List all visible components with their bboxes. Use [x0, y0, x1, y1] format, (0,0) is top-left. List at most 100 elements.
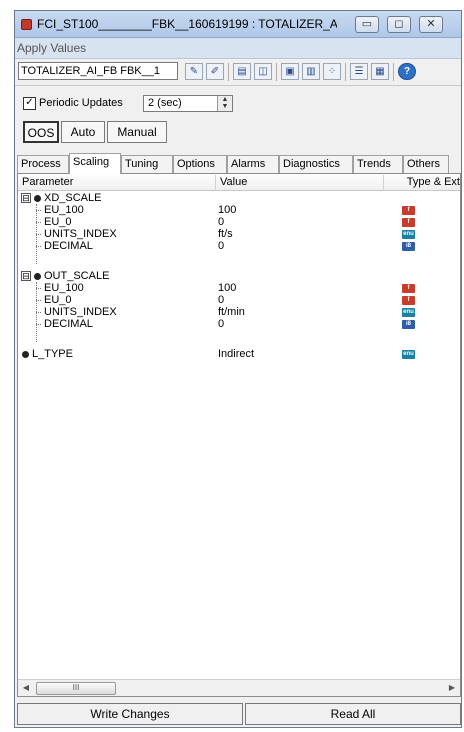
window-title: FCI_ST100________FBK__160619199 : TOTALI… — [37, 17, 337, 31]
tree-branch — [36, 210, 41, 211]
toolbar-separator — [345, 63, 346, 81]
group-row[interactable]: ⊟ OUT_SCALE — [18, 270, 460, 282]
table-row[interactable]: UNITS_INDEX ft/s enu — [18, 228, 460, 240]
list-view-icon: ☰ — [354, 66, 364, 77]
block-selector[interactable]: TOTALIZER_AI_FB FBK__1 — [18, 62, 178, 80]
tree-branch — [36, 222, 41, 223]
collapse-icon[interactable]: ⊟ — [21, 271, 31, 281]
type-enum-icon: enu — [402, 350, 415, 359]
monitor-icon: ▣ — [285, 66, 295, 77]
help-icon: ? — [403, 66, 411, 77]
horizontal-scrollbar[interactable]: ◀ III ▶ — [18, 679, 460, 696]
group-name: OUT_SCALE — [44, 270, 110, 282]
column-value[interactable]: Value — [216, 175, 384, 190]
connect-icon: ⁘ — [327, 66, 337, 77]
manual-button[interactable]: Manual — [107, 121, 167, 143]
menu-apply-values[interactable]: Apply Values — [17, 41, 86, 55]
type-float-icon: f — [402, 206, 415, 215]
periodic-updates-checkbox[interactable]: ✓ — [23, 97, 36, 110]
type-float-icon: f — [402, 218, 415, 227]
table-row[interactable]: EU_0 0 f — [18, 216, 460, 228]
toolbar: TOTALIZER_AI_FB FBK__1 ✎ ✐ ▤ ◫ ▣ ▥ ⁘ ☰ ▦… — [15, 59, 461, 86]
detail-view-button[interactable]: ▦ — [371, 63, 389, 80]
title-bar: FCI_ST100________FBK__160619199 : TOTALI… — [15, 11, 461, 38]
chart-icon: ▤ — [237, 66, 247, 77]
tab-diagnostics[interactable]: Diagnostics — [279, 155, 353, 173]
param-bullet-icon — [22, 351, 29, 358]
auto-button[interactable]: Auto — [61, 121, 105, 143]
collapse-icon[interactable]: ⊟ — [21, 193, 31, 203]
group-bullet-icon — [34, 195, 41, 202]
spin-down-icon: ▼ — [221, 103, 229, 110]
interval-value: 2 (sec) — [148, 97, 182, 109]
column-parameter[interactable]: Parameter — [18, 175, 216, 190]
tab-options[interactable]: Options — [173, 155, 227, 173]
type-int8-icon: i8 — [402, 320, 415, 329]
grid-header: Parameter Value Type & Ext — [18, 174, 460, 191]
param-value[interactable]: 100 — [218, 204, 236, 216]
param-name: EU_100 — [44, 282, 84, 294]
param-name: EU_0 — [44, 216, 72, 228]
device-button[interactable]: ▥ — [302, 63, 320, 80]
group-row[interactable]: ⊟ XD_SCALE — [18, 192, 460, 204]
table-row[interactable]: DECIMAL 0 i8 — [18, 240, 460, 252]
param-name: DECIMAL — [44, 240, 93, 252]
spin-buttons[interactable]: ▲ ▼ — [217, 96, 232, 111]
table-row[interactable]: EU_100 100 f — [18, 282, 460, 294]
param-name: UNITS_INDEX — [44, 306, 117, 318]
minimize-button[interactable]: ▭ — [355, 16, 379, 33]
spin-up-icon: ▲ — [221, 96, 229, 103]
param-value[interactable]: 0 — [218, 216, 224, 228]
param-value[interactable]: ft/s — [218, 228, 233, 240]
list-view-button[interactable]: ☰ — [350, 63, 368, 80]
edit-button[interactable]: ✎ — [185, 63, 203, 80]
edit-all-button[interactable]: ✐ — [206, 63, 224, 80]
tab-process[interactable]: Process — [17, 155, 69, 173]
param-value[interactable]: 0 — [218, 318, 224, 330]
detail-view-icon: ▦ — [375, 66, 385, 77]
table-row[interactable]: UNITS_INDEX ft/min enu — [18, 306, 460, 318]
column-type[interactable]: Type & Ext — [384, 175, 460, 190]
interval-spinner[interactable]: 2 (sec) ▲ ▼ — [143, 95, 233, 112]
graph-icon: ◫ — [258, 66, 268, 77]
param-value[interactable]: ft/min — [218, 306, 245, 318]
read-all-button[interactable]: Read All — [245, 703, 461, 725]
close-button[interactable]: ✕ — [419, 16, 443, 33]
tab-trends[interactable]: Trends — [353, 155, 403, 173]
toolbar-separator — [228, 63, 229, 81]
scroll-right-icon[interactable]: ▶ — [446, 682, 458, 694]
table-row[interactable]: L_TYPE Indirect enu — [18, 348, 460, 360]
tab-strip: Process Scaling Tuning Options Alarms Di… — [17, 153, 461, 174]
tree-branch — [36, 312, 41, 313]
param-value[interactable]: 100 — [218, 282, 236, 294]
menu-bar: Apply Values — [15, 38, 461, 59]
close-icon: ✕ — [426, 18, 436, 30]
edit-all-icon: ✐ — [210, 66, 220, 77]
oos-button[interactable]: OOS — [23, 121, 59, 143]
param-name: EU_0 — [44, 294, 72, 306]
scroll-left-icon[interactable]: ◀ — [20, 682, 32, 694]
toolbar-separator — [276, 63, 277, 81]
table-row[interactable]: EU_100 100 f — [18, 204, 460, 216]
scroll-thumb[interactable]: III — [36, 682, 116, 695]
graph-button[interactable]: ◫ — [254, 63, 272, 80]
param-value[interactable]: Indirect — [218, 348, 254, 360]
param-value[interactable]: 0 — [218, 294, 224, 306]
tab-others[interactable]: Others — [403, 155, 449, 173]
tab-tuning[interactable]: Tuning — [121, 155, 173, 173]
tab-scaling[interactable]: Scaling — [69, 153, 121, 174]
monitor-button[interactable]: ▣ — [281, 63, 299, 80]
tree-branch — [36, 288, 41, 289]
write-changes-button[interactable]: Write Changes — [17, 703, 243, 725]
help-button[interactable]: ? — [398, 63, 416, 80]
maximize-button[interactable]: ◻ — [387, 16, 411, 33]
chart-button[interactable]: ▤ — [233, 63, 251, 80]
tree-branch — [36, 324, 41, 325]
table-row[interactable]: DECIMAL 0 i8 — [18, 318, 460, 330]
param-value[interactable]: 0 — [218, 240, 224, 252]
type-float-icon: f — [402, 296, 415, 305]
group-bullet-icon — [34, 273, 41, 280]
table-row[interactable]: EU_0 0 f — [18, 294, 460, 306]
tab-alarms[interactable]: Alarms — [227, 155, 279, 173]
connect-button[interactable]: ⁘ — [323, 63, 341, 80]
